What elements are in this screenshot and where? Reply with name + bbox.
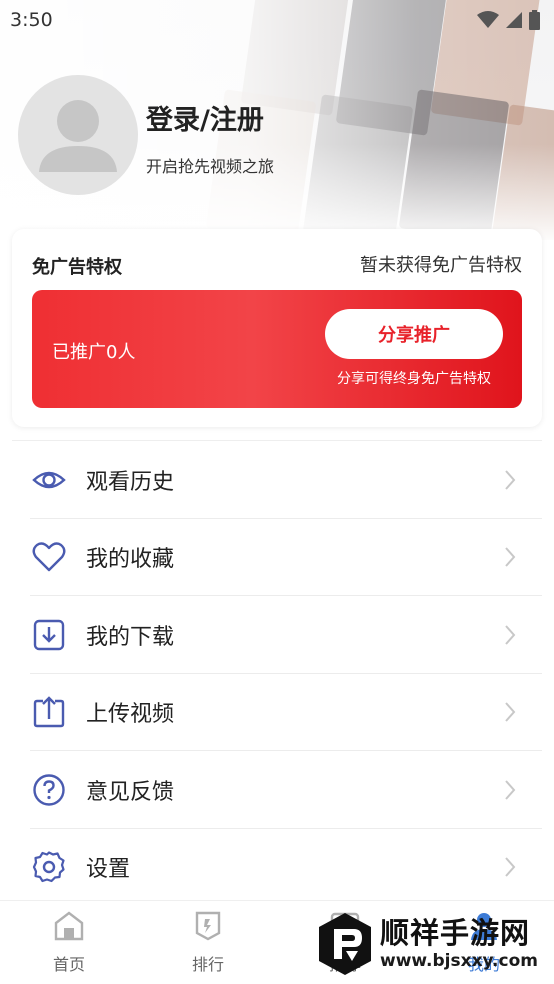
status-bar: 3:50 [0, 0, 554, 40]
heart-icon [32, 540, 66, 574]
menu-item-history[interactable]: 观看历史 [12, 441, 542, 519]
avatar[interactable] [18, 75, 138, 195]
signal-icon [506, 12, 522, 28]
menu-item-label: 设置 [86, 857, 131, 883]
eye-icon [32, 463, 66, 497]
menu-item-label: 我的收藏 [86, 547, 175, 573]
login-register-title[interactable]: 登录/注册 [146, 98, 264, 137]
chevron-right-icon [505, 857, 516, 877]
login-subtitle: 开启抢先视频之旅 [146, 157, 275, 176]
promo-box: 已推广0人 分享推广 分享可得终身免广告特权 [32, 290, 522, 408]
menu-item-label: 观看历史 [86, 469, 175, 495]
menu-item-feedback[interactable]: 意见反馈 [12, 751, 542, 829]
site-watermark: 顺祥手游网 www.bjsxxy.com [316, 908, 552, 980]
watermark-url: www.bjsxxy.com [380, 951, 538, 971]
chevron-right-icon [505, 702, 516, 722]
menu-item-settings[interactable]: 设置 [12, 829, 542, 907]
wifi-icon [477, 11, 499, 28]
battery-icon [529, 10, 540, 30]
menu-list: 观看历史 我的收藏 我的下载 上传视频 意见反馈 设置 [12, 440, 542, 906]
menu-item-label: 我的下载 [86, 624, 175, 650]
menu-item-label: 意见反馈 [86, 779, 175, 805]
adfree-title: 免广告特权 [32, 257, 122, 278]
promoted-count: 已推广0人 [52, 342, 136, 363]
nav-item-home[interactable]: 首页 [29, 911, 109, 975]
upload-icon [32, 695, 66, 729]
chevron-right-icon [505, 780, 516, 800]
watermark-title: 顺祥手游网 [380, 916, 531, 950]
adfree-card: 免广告特权 暂未获得免广告特权 已推广0人 分享推广 分享可得终身免广告特权 [12, 229, 542, 427]
share-note: 分享可得终身免广告特权 [337, 371, 491, 387]
adfree-status: 暂未获得免广告特权 [360, 255, 522, 276]
rank-icon [195, 911, 221, 941]
status-time: 3:50 [10, 9, 53, 31]
home-icon [54, 911, 84, 941]
chevron-right-icon [505, 547, 516, 567]
chevron-right-icon [505, 625, 516, 645]
menu-item-downloads[interactable]: 我的下载 [12, 596, 542, 674]
chevron-right-icon [505, 470, 516, 490]
help-icon [32, 773, 66, 807]
nav-label-rank: 排行 [191, 955, 224, 974]
menu-item-favorites[interactable]: 我的收藏 [12, 519, 542, 596]
download-icon [32, 618, 66, 652]
menu-item-label: 上传视频 [86, 702, 175, 728]
user-placeholder-icon [39, 100, 117, 172]
nav-item-rank[interactable]: 排行 [168, 911, 248, 975]
nav-label-home: 首页 [52, 955, 85, 974]
gear-icon [32, 850, 66, 884]
share-promote-button[interactable]: 分享推广 [325, 309, 503, 359]
watermark-logo [319, 913, 371, 975]
menu-item-upload[interactable]: 上传视频 [12, 674, 542, 751]
